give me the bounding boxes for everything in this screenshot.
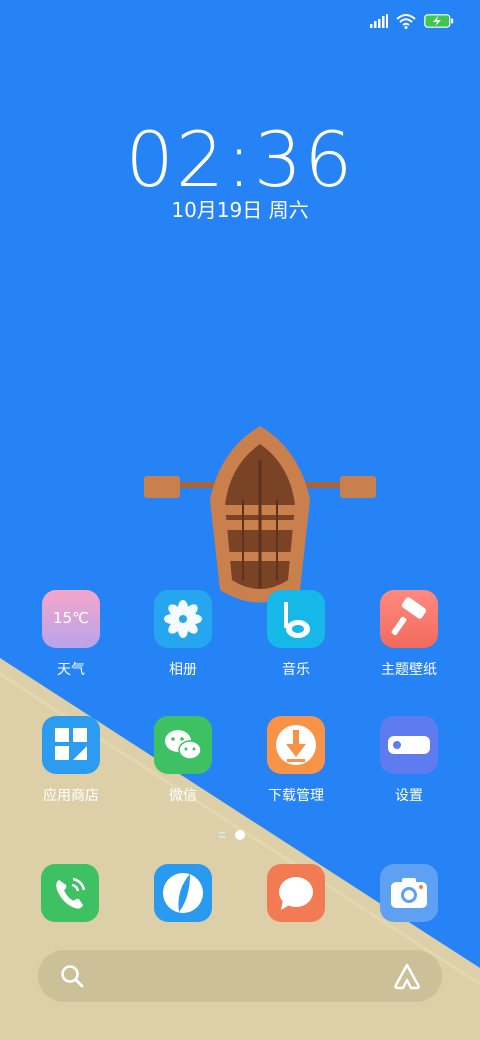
gallery-icon [154, 590, 212, 648]
app-gallery[interactable]: 相册 [128, 590, 238, 679]
theme-icon [380, 590, 438, 648]
app-store[interactable]: 应用商店 [16, 716, 126, 805]
app-label: 应用商店 [43, 788, 99, 804]
app-settings[interactable]: 设置 [354, 716, 464, 805]
app-themes[interactable]: 主题壁纸 [354, 590, 464, 679]
dock-camera-app[interactable] [380, 864, 438, 922]
app-downloads[interactable]: 下载管理 [241, 716, 351, 805]
phone-icon [56, 877, 86, 909]
battery-charging-icon [424, 14, 454, 28]
app-music[interactable]: 音乐 [241, 590, 351, 679]
wifi-icon [396, 14, 416, 29]
music-icon [267, 590, 325, 648]
messages-icon [279, 877, 313, 910]
download-icon [267, 716, 325, 774]
settings-icon [380, 716, 438, 774]
app-label: 下载管理 [268, 788, 324, 804]
app-weather[interactable]: 15℃ 天气 [16, 590, 126, 679]
app-label: 设置 [395, 788, 423, 804]
assistant-icon[interactable] [392, 962, 422, 990]
status-bar [370, 10, 454, 32]
browser-icon [163, 873, 203, 913]
weather-icon: 15℃ [42, 590, 100, 648]
clock-time[interactable]: 02:36 [0, 118, 480, 202]
search-bar[interactable] [38, 950, 442, 1002]
weather-temp: 15℃ [53, 609, 89, 627]
camera-icon [391, 878, 427, 908]
app-label: 天气 [57, 662, 85, 678]
dock-phone-app[interactable] [41, 864, 99, 922]
search-icon[interactable] [59, 963, 85, 989]
app-label: 音乐 [282, 662, 310, 678]
app-store-icon [42, 716, 100, 774]
app-wechat[interactable]: 微信 [128, 716, 238, 805]
app-label: 主题壁纸 [381, 662, 437, 678]
home-screen: 02:36 10月19日 周六 15℃ 天气 相册 音乐 主题壁纸 应用商店 微… [0, 0, 480, 1040]
page-indicator[interactable] [0, 828, 480, 842]
dock-browser-app[interactable] [154, 864, 212, 922]
signal-icon [370, 14, 388, 28]
wechat-icon [154, 716, 212, 774]
app-label: 相册 [169, 662, 197, 678]
clock-date[interactable]: 10月19日 周六 [0, 194, 480, 223]
dock-messages-app[interactable] [267, 864, 325, 922]
app-label: 微信 [169, 788, 197, 804]
